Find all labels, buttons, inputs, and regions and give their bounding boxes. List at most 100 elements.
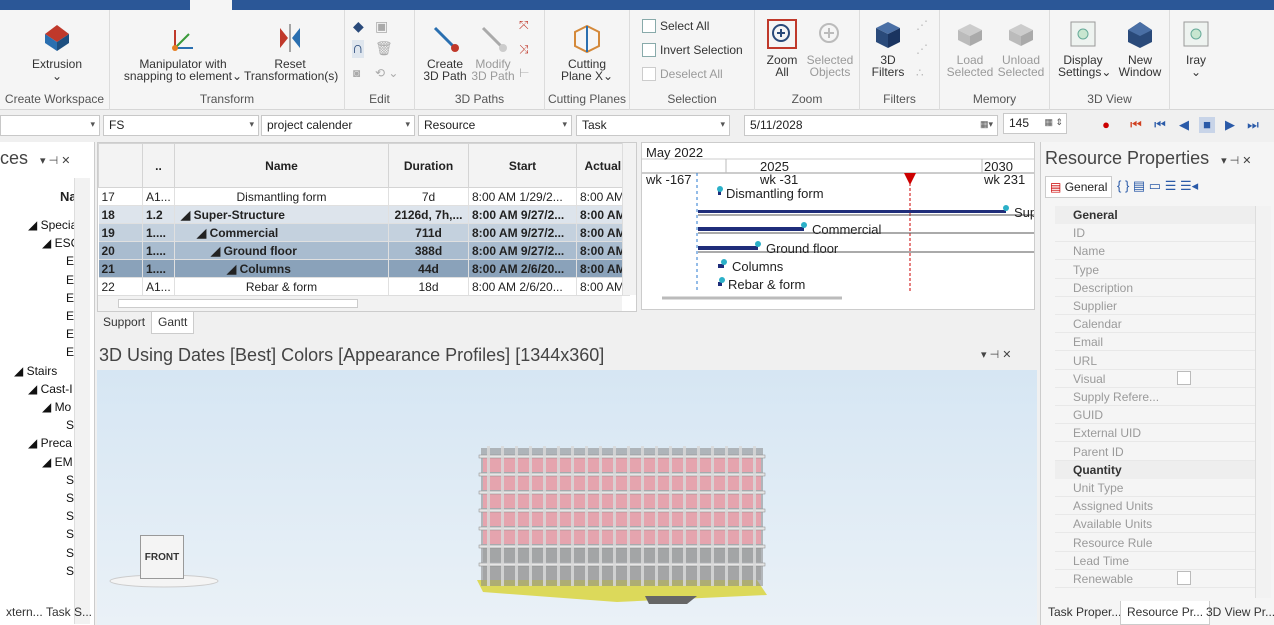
gantt-milestone[interactable] <box>717 186 723 192</box>
gantt-milestone[interactable] <box>1003 205 1009 211</box>
palette-icon[interactable]: ◆ <box>353 18 364 35</box>
create-3d-path-button[interactable]: Create 3D Path <box>421 22 469 82</box>
calendar-icon[interactable]: ▦▾ <box>980 119 993 130</box>
tree-item[interactable]: ◢ Preca <box>28 436 72 450</box>
3d-filters-button[interactable]: 3D Filters <box>868 18 908 78</box>
property-row[interactable]: Parent ID <box>1055 443 1265 461</box>
pane-controls[interactable]: ▾ ⊣ ✕ <box>1221 155 1251 167</box>
gantt-chart[interactable]: May 2022 2025 2030 wk -167 wk -31 wk 231… <box>641 142 1035 310</box>
path-tool-icon-3[interactable]: ⊢ <box>519 66 529 80</box>
filter-combo-empty[interactable]: ▾ <box>0 115 100 136</box>
unload-selected-button[interactable]: Unload Selected <box>995 18 1047 78</box>
property-row[interactable]: Available Units <box>1055 515 1265 534</box>
table-vscroll[interactable] <box>622 143 636 295</box>
property-row[interactable]: Name <box>1055 242 1265 261</box>
tree-item[interactable]: ◢ EM <box>42 455 73 469</box>
select-all-button[interactable]: Select All <box>642 19 709 33</box>
magnet-icon[interactable]: ∩ <box>352 40 364 58</box>
tree-item[interactable]: S <box>66 509 74 523</box>
gantt-milestone[interactable] <box>721 259 727 265</box>
gantt-milestone[interactable] <box>719 277 725 283</box>
path-tool-icon-2[interactable]: ⤨ <box>519 42 529 57</box>
table-row[interactable]: 20 1.... ◢ Ground floor 388d 8:00 AM 9/27/2.… <box>98 241 630 260</box>
ribbon-tab-active[interactable] <box>190 0 232 10</box>
link-type-combo[interactable]: FS ▾ <box>103 115 259 136</box>
gantt-bar[interactable] <box>698 246 758 250</box>
view-window-controls[interactable]: ▾ ⊣ ✕ <box>981 348 1011 361</box>
iray-button[interactable]: Iray ⌄ <box>1176 18 1216 78</box>
zoom-all-button[interactable]: Zoom All <box>759 18 805 78</box>
view-cube[interactable]: FRONT <box>140 535 184 579</box>
tree-item[interactable]: E <box>66 309 74 323</box>
pane-controls[interactable]: ▾ ⊣ ✕ <box>40 155 70 167</box>
gantt-milestone[interactable] <box>755 241 761 247</box>
gantt-bar[interactable] <box>698 227 804 231</box>
tab-support[interactable]: Support <box>97 312 151 334</box>
tab-gantt[interactable]: Gantt <box>151 312 195 334</box>
filter-option-icon-3[interactable]: ∴ <box>916 66 924 80</box>
tree-item[interactable]: S <box>66 527 74 541</box>
properties-tab-general[interactable]: ▤ General <box>1045 176 1113 198</box>
tree-item[interactable]: S <box>66 491 74 505</box>
property-row[interactable]: External UID <box>1055 424 1265 443</box>
stop-icon[interactable]: ■ <box>1199 117 1215 133</box>
property-row[interactable]: Visual <box>1055 370 1265 388</box>
property-row[interactable]: Supplier <box>1055 297 1265 315</box>
property-row[interactable]: Assigned Units <box>1055 497 1265 516</box>
tree-item[interactable]: S <box>66 473 74 487</box>
table-row[interactable]: 21 1.... ◢ Columns 44d 8:00 AM 2/6/20... 8:00… <box>98 259 630 278</box>
task-combo[interactable]: Task ▾ <box>576 115 730 136</box>
table-row[interactable]: 22 A1... Rebar & form 18d 8:00 AM 2/6/20... 8… <box>98 277 630 296</box>
properties-toolbar-icons[interactable]: { } ▤ ▭ ☰ ☰◂ <box>1117 178 1198 194</box>
table-hscroll[interactable] <box>98 295 622 311</box>
property-row[interactable]: Lead Time <box>1055 552 1265 570</box>
spinner-icon[interactable]: ▦ ⇕ <box>1044 117 1063 128</box>
table-row[interactable]: 19 1.... ◢ Commercial 711d 8:00 AM 9/27/2...… <box>98 223 630 242</box>
record-icon[interactable]: ● <box>1098 117 1114 133</box>
property-category[interactable]: Quantity <box>1055 460 1265 479</box>
table-row[interactable]: 18 1.2 ◢ Super-Structure 2126d, 7h,... 8:00 … <box>98 205 630 224</box>
property-row[interactable]: GUID <box>1055 406 1265 425</box>
tab-resource-properties[interactable]: Resource Pr... <box>1120 601 1211 625</box>
property-row[interactable]: Resource Rule <box>1055 534 1265 552</box>
tree-item[interactable]: E <box>66 327 74 341</box>
property-row[interactable]: URL <box>1055 352 1265 370</box>
play-back-icon[interactable]: ◀ <box>1176 117 1192 133</box>
tree-item[interactable]: E <box>66 291 74 305</box>
table-row[interactable]: 17 A1... Dismantling form 7d 8:00 AM 1/29/2.… <box>98 187 630 206</box>
tree-item[interactable]: E <box>66 345 74 359</box>
property-row[interactable]: ID <box>1055 224 1265 243</box>
deselect-all-button[interactable]: Deselect All <box>642 67 723 81</box>
first-frame-icon[interactable]: ⏮ <box>1128 117 1144 133</box>
property-row[interactable]: Renewable <box>1055 570 1265 588</box>
tree-item[interactable]: ◢ Specia <box>28 218 77 232</box>
calendar-combo[interactable]: project calender ▾ <box>261 115 415 136</box>
property-row[interactable]: Description <box>1055 279 1265 297</box>
resource-combo[interactable]: Resource ▾ <box>418 115 572 136</box>
transform-icon[interactable]: ⟲ ⌄ <box>375 66 398 80</box>
tab-task-s[interactable]: Task S... <box>40 601 98 625</box>
frame-spinner[interactable]: 145 ▦ ⇕ <box>1003 113 1067 134</box>
tree-item[interactable]: S <box>66 546 74 560</box>
property-checkbox[interactable] <box>1177 571 1191 585</box>
tree-item[interactable]: ◢ Stairs <box>14 364 57 378</box>
tree-item[interactable]: E <box>66 254 74 268</box>
gantt-bar[interactable] <box>698 210 1006 213</box>
tree-item[interactable]: ◢ Mo <box>42 400 71 414</box>
delete-icon[interactable]: 🗑 <box>375 40 393 57</box>
property-row[interactable]: Unit Type <box>1055 479 1265 497</box>
name-header[interactable]: Name <box>174 143 389 188</box>
new-window-button[interactable]: New Window <box>1116 18 1164 78</box>
duration-header[interactable]: Duration <box>388 143 469 188</box>
display-settings-button[interactable]: Display Settings⌄ <box>1058 18 1111 78</box>
cutting-plane-button[interactable]: Cutting Plane X⌄ <box>557 22 617 82</box>
tree-item[interactable]: S <box>66 418 74 432</box>
tree-item[interactable]: S <box>66 564 74 578</box>
property-row[interactable]: Type <box>1055 261 1265 279</box>
copy-icon[interactable]: ▣ <box>375 18 388 35</box>
tree-item[interactable]: E <box>66 273 74 287</box>
property-row[interactable]: Supply Refere... <box>1055 388 1265 406</box>
filter-option-icon-1[interactable]: ⋰ <box>916 18 928 32</box>
tab-task-properties[interactable]: Task Proper... <box>1042 601 1127 625</box>
start-header[interactable]: Start <box>468 143 577 188</box>
